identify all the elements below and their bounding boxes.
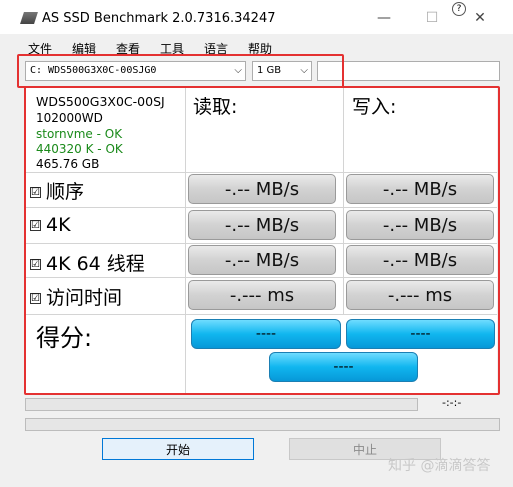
extra-field[interactable] — [317, 61, 500, 81]
watermark: 知乎 @滴滴答答 — [388, 458, 491, 474]
elapsed-time: -:-:- — [442, 396, 462, 409]
maximize-button[interactable]: ☐ — [417, 6, 447, 30]
window-title: AS SSD Benchmark 2.0.7316.34247 — [42, 11, 276, 26]
help-icon[interactable]: ? — [452, 2, 466, 16]
results-highlight — [24, 86, 500, 395]
minimize-button[interactable]: — — [369, 6, 399, 30]
status-bar — [25, 418, 500, 431]
start-button[interactable]: 开始 — [102, 438, 254, 460]
close-button[interactable]: ✕ — [465, 6, 495, 30]
progress-bar — [25, 398, 418, 411]
toolbar-highlight — [17, 54, 344, 88]
